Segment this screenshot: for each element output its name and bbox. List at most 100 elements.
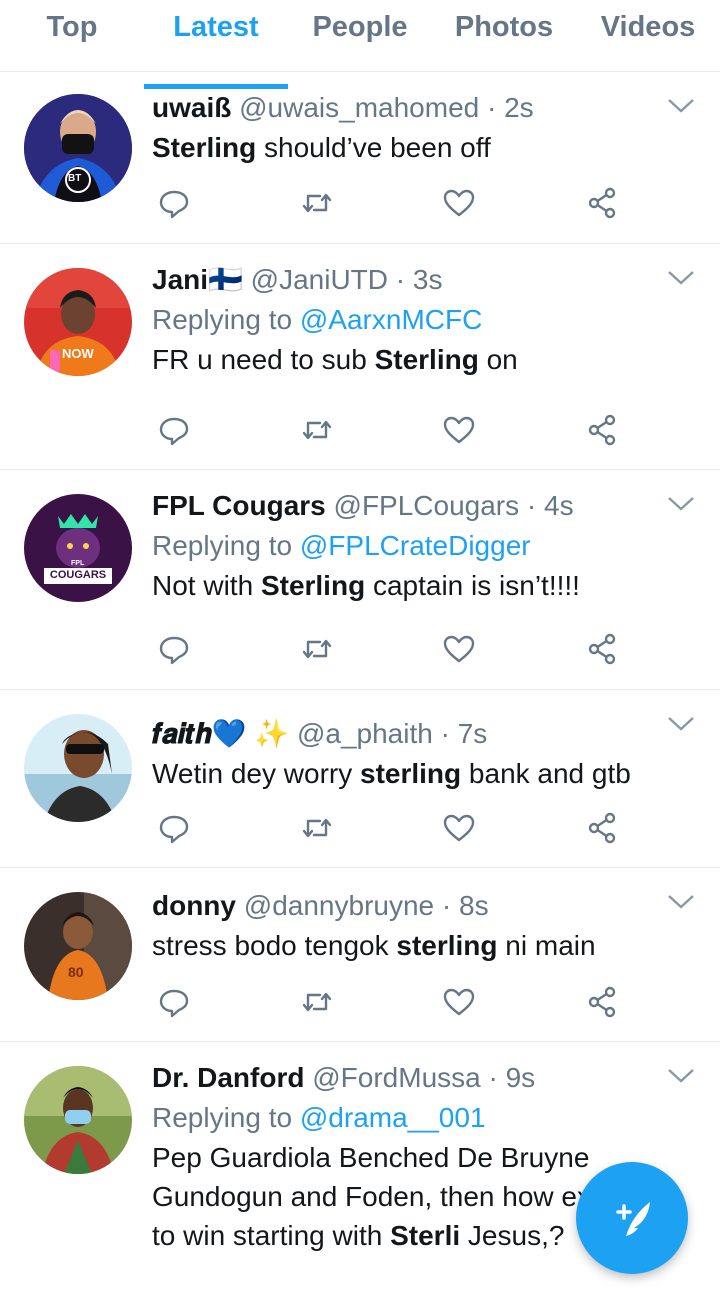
avatar[interactable]: BT [24, 94, 132, 202]
share-icon [588, 414, 616, 446]
reply-button[interactable] [152, 410, 196, 450]
chevron-down-icon[interactable] [666, 714, 696, 734]
username[interactable]: @a_phaith [297, 718, 433, 749]
username[interactable]: @JaniUTD [251, 264, 388, 295]
chevron-down-icon[interactable] [666, 494, 696, 514]
tab-latest[interactable]: Latest [144, 0, 288, 89]
tweet-header: Dr. Danford @FordMussa · 9s [152, 1058, 660, 1098]
like-button[interactable] [437, 629, 481, 669]
retweet-button[interactable] [295, 982, 339, 1022]
username[interactable]: @uwais_mahomed [239, 92, 479, 123]
avatar[interactable] [24, 714, 132, 822]
share-icon [588, 986, 616, 1018]
tweet-text: Wetin dey worry sterling bank and gtb [152, 758, 631, 789]
retweet-button[interactable] [295, 629, 339, 669]
like-icon [444, 814, 475, 842]
bt-logo-text: BT [68, 173, 82, 184]
like-icon [444, 416, 475, 444]
display-name[interactable]: 𝒇𝒂𝒊𝒕𝒉💙 ✨ [152, 718, 289, 749]
reply-mention-link[interactable]: @FPLCrateDigger [300, 530, 531, 561]
tweet-text: FR u need to sub Sterling on [152, 344, 518, 375]
tweet-actions [152, 808, 624, 848]
reply-icon [159, 815, 189, 844]
reply-button[interactable] [152, 982, 196, 1022]
avatar[interactable]: FPL COUGARS [24, 494, 132, 602]
tweet-actions [152, 629, 624, 669]
display-name[interactable]: Dr. Danford [152, 1062, 304, 1093]
share-button[interactable] [580, 410, 624, 450]
tweet-header: FPL Cougars @FPLCougars · 4s [152, 486, 660, 526]
display-name[interactable]: FPL Cougars [152, 490, 326, 521]
reply-icon [159, 989, 189, 1018]
compose-tweet-icon [616, 1202, 650, 1236]
shirt-number-text: 80 [68, 964, 84, 980]
chevron-down-icon[interactable] [666, 268, 696, 288]
chevron-down-icon[interactable] [666, 1066, 696, 1086]
tab-videos[interactable]: Videos [576, 0, 720, 71]
username[interactable]: @dannybruyne [244, 890, 434, 921]
reply-button[interactable] [152, 808, 196, 848]
username[interactable]: @FordMussa [312, 1062, 480, 1093]
avatar[interactable] [24, 1066, 132, 1174]
compose-tweet-button[interactable] [576, 1162, 688, 1274]
avatar[interactable]: NOW [24, 268, 132, 376]
like-button[interactable] [437, 410, 481, 450]
tab-people[interactable]: People [288, 0, 432, 71]
retweet-icon [302, 420, 331, 440]
display-name[interactable]: uwaiß [152, 92, 231, 123]
replying-to: Replying to @AarxnMCFC [152, 304, 483, 335]
tweet-actions [152, 982, 624, 1022]
share-button[interactable] [580, 183, 624, 223]
timestamp: · 2s [487, 92, 534, 123]
share-icon [588, 187, 616, 219]
timestamp: · 9s [488, 1062, 536, 1093]
like-button[interactable] [437, 183, 481, 223]
tab-photos[interactable]: Photos [432, 0, 576, 71]
reply-icon [159, 190, 189, 219]
search-highlight: Sterling [152, 132, 257, 163]
timestamp: · 7s [440, 718, 488, 749]
tweet-header: 𝒇𝒂𝒊𝒕𝒉💙 ✨ @a_phaith · 7s [152, 714, 660, 754]
tweet-header: uwaiß @uwais_mahomed · 2s [152, 88, 660, 128]
reply-icon [159, 417, 189, 446]
search-highlight: sterling [360, 758, 462, 789]
chevron-down-icon[interactable] [666, 892, 696, 912]
retweet-button[interactable] [295, 410, 339, 450]
reply-button[interactable] [152, 629, 196, 669]
reply-mention-link[interactable]: @drama__001 [300, 1102, 486, 1133]
share-button[interactable] [580, 808, 624, 848]
retweet-button[interactable] [295, 808, 339, 848]
avatar[interactable]: 80 [24, 892, 132, 1000]
timestamp: · 4s [526, 490, 574, 521]
replying-to: Replying to @FPLCrateDigger [152, 530, 531, 561]
search-highlight: Sterling [374, 344, 479, 375]
tweet-actions [152, 183, 624, 223]
reply-mention-link[interactable]: @AarxnMCFC [300, 304, 482, 335]
tweet-text: Sterling should’ve been off [152, 132, 491, 163]
username[interactable]: @FPLCougars [334, 490, 520, 521]
search-tabs: Top Latest People Photos Videos [0, 0, 720, 89]
tab-top[interactable]: Top [0, 0, 144, 71]
chevron-down-icon[interactable] [666, 96, 696, 116]
retweet-icon [302, 992, 331, 1012]
like-icon [444, 189, 475, 217]
retweet-button[interactable] [295, 183, 339, 223]
shirt-sponsor-text: NOW [62, 346, 94, 361]
reply-button[interactable] [152, 183, 196, 223]
logo-text: COUGARS [49, 569, 107, 581]
share-button[interactable] [580, 629, 624, 669]
tweet-header: donny @dannybruyne · 8s [152, 886, 660, 926]
timestamp: · 3s [395, 264, 443, 295]
retweet-icon [302, 193, 331, 213]
retweet-icon [302, 818, 331, 838]
display-name[interactable]: donny [152, 890, 236, 921]
share-icon [588, 633, 616, 665]
like-icon [444, 635, 475, 663]
logo-text-small: FPL [71, 560, 85, 567]
share-button[interactable] [580, 982, 624, 1022]
replying-to: Replying to @drama__001 [152, 1102, 486, 1133]
like-button[interactable] [437, 808, 481, 848]
tweet-header: Jani🇫🇮 @JaniUTD · 3s [152, 260, 660, 300]
like-button[interactable] [437, 982, 481, 1022]
display-name[interactable]: Jani🇫🇮 [152, 264, 243, 295]
